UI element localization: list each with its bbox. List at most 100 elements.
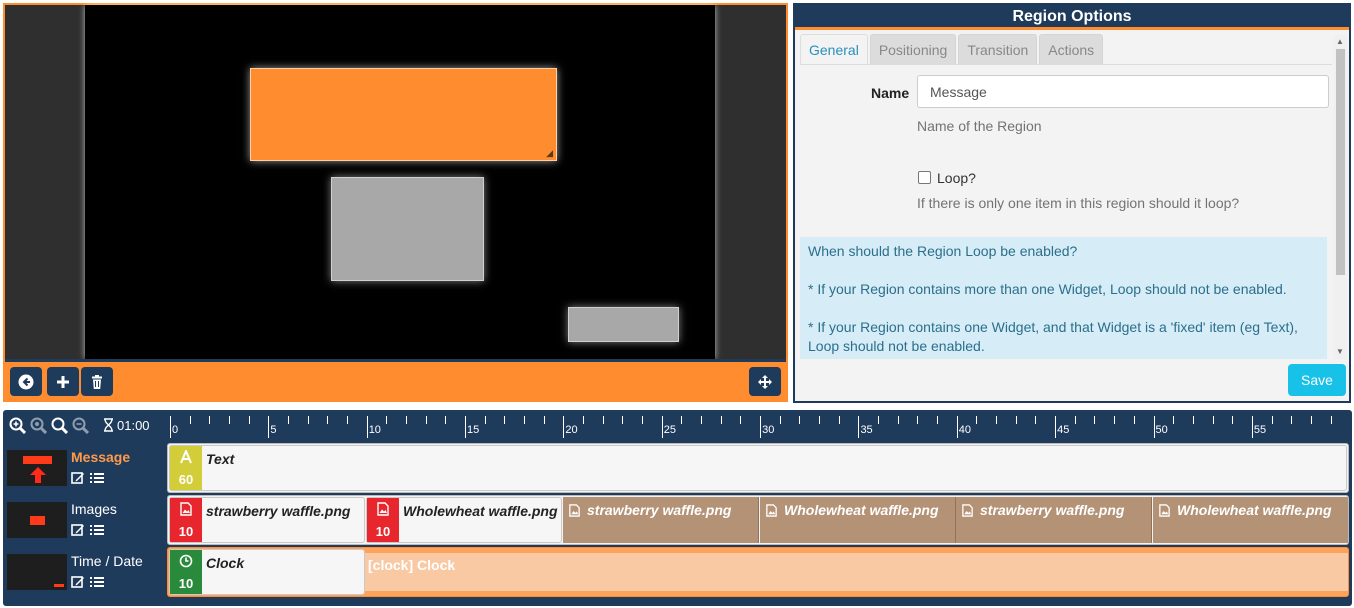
edit-icon[interactable] xyxy=(71,575,85,589)
timeline-row-message: Message 60 Text xyxy=(3,443,1352,495)
move-button[interactable] xyxy=(749,367,781,396)
layout-canvas[interactable]: ◢ xyxy=(85,5,715,359)
widget-duration: 10 xyxy=(178,524,194,539)
image-icon xyxy=(569,504,580,517)
timeline-row-images: Images 10 strawberry waffle.png 10 Whole… xyxy=(3,495,1352,547)
region-track[interactable]: [clock] Clock 10 Clock xyxy=(167,547,1349,597)
resize-handle-icon[interactable]: ◢ xyxy=(546,149,553,158)
row-name[interactable]: Images xyxy=(71,501,117,517)
region-thumbnail xyxy=(7,554,67,590)
image-icon xyxy=(962,504,973,517)
row-name[interactable]: Message xyxy=(71,449,130,465)
ruler-tick xyxy=(996,416,998,424)
trash-icon xyxy=(92,374,102,389)
region-message[interactable]: ◢ xyxy=(250,68,557,161)
image-icon xyxy=(377,502,389,516)
back-button[interactable] xyxy=(10,367,42,396)
ruler-tick xyxy=(386,416,388,424)
tab-general[interactable]: General xyxy=(800,34,868,64)
delete-region-button[interactable] xyxy=(81,367,113,396)
widget-image[interactable]: 10 strawberry waffle.png xyxy=(169,497,365,543)
widget-name: Text xyxy=(206,451,235,467)
scroll-up-icon[interactable]: ▲ xyxy=(1336,38,1344,46)
ruler-tick xyxy=(1074,416,1076,424)
ruler-tick-label: 45 xyxy=(1057,424,1070,436)
timeline-panel: 01:00 0 5 10 15 20 25 30 35 40 45 50 55 Message xyxy=(3,410,1352,606)
ruler-tick xyxy=(720,416,722,424)
region-track[interactable]: 60 Text xyxy=(167,443,1349,493)
ruler-tick xyxy=(1232,416,1234,424)
edit-icon[interactable] xyxy=(71,523,85,537)
region-thumbnail xyxy=(7,450,67,486)
layout-designer-panel: ◢ xyxy=(3,3,788,402)
designer-toolbar xyxy=(5,359,786,400)
ruler-tick xyxy=(366,416,368,438)
ruler-tick xyxy=(189,416,191,424)
layout-duration: 01:00 xyxy=(103,418,150,433)
ruler-tick xyxy=(1015,416,1017,424)
zoom-fit-icon[interactable] xyxy=(51,417,68,434)
region-options-panel: Region Options General Positioning Trans… xyxy=(793,3,1351,403)
ruler-tick xyxy=(740,416,742,424)
row-actions xyxy=(71,523,109,537)
info-heading: When should the Region Loop be enabled? xyxy=(808,243,1078,259)
ruler-tick xyxy=(1192,416,1194,424)
ruler-tick-label: 35 xyxy=(860,424,873,436)
loop-help-text: If there is only one item in this region… xyxy=(917,195,1240,211)
options-scrollbar[interactable]: ▲ ▼ xyxy=(1334,35,1347,359)
widget-name: Wholewheat waffle.png xyxy=(403,503,558,519)
scrollbar-thumb[interactable] xyxy=(1336,49,1345,275)
save-button[interactable]: Save xyxy=(1288,364,1346,396)
ruler-tick xyxy=(307,416,309,424)
scroll-down-icon[interactable]: ▼ xyxy=(1336,348,1344,356)
tabs-divider xyxy=(800,64,1332,65)
ruler-tick xyxy=(1173,416,1175,424)
region-images[interactable] xyxy=(331,177,484,281)
ruler-tick xyxy=(642,416,644,424)
loop-preview-item: strawberry waffle.png xyxy=(563,497,759,543)
list-icon[interactable] xyxy=(90,471,104,485)
ruler-tick xyxy=(209,416,211,424)
ruler-tick xyxy=(425,416,427,424)
zoom-in-icon[interactable] xyxy=(9,417,26,434)
ruler-tick xyxy=(1035,416,1037,424)
ruler-tick xyxy=(1271,416,1273,424)
image-icon xyxy=(1159,504,1170,517)
timeline-ruler[interactable]: 0 5 10 15 20 25 30 35 40 45 50 55 xyxy=(167,410,1349,440)
ruler-tick xyxy=(563,416,565,438)
loop-preview-item: Wholewheat waffle.png xyxy=(1153,497,1348,543)
ruler-tick xyxy=(1055,416,1057,438)
widget-text[interactable]: 60 Text xyxy=(169,445,1347,491)
tab-positioning[interactable]: Positioning xyxy=(869,34,957,64)
region-time-date[interactable] xyxy=(568,307,679,342)
ruler-tick xyxy=(268,416,270,438)
arrow-up-icon xyxy=(30,467,46,483)
image-icon xyxy=(766,504,777,517)
widget-clock[interactable]: 10 Clock xyxy=(169,549,365,595)
loop-preview-name: Wholewheat waffle.png xyxy=(784,502,939,518)
widget-image[interactable]: 10 Wholewheat waffle.png xyxy=(366,497,562,543)
row-label: Images xyxy=(5,495,165,545)
clock-icon xyxy=(179,554,193,568)
loop-info-box: When should the Region Loop be enabled? … xyxy=(800,237,1327,359)
region-track[interactable]: 10 strawberry waffle.png 10 Wholewheat w… xyxy=(167,495,1349,545)
add-region-button[interactable] xyxy=(47,367,79,396)
list-icon[interactable] xyxy=(90,523,104,537)
timeline-row-time-date: Time / Date [clock] Clock 10 Clock xyxy=(3,547,1352,599)
zoom-out-icon[interactable] xyxy=(72,417,89,434)
zoom-reset-icon[interactable] xyxy=(30,417,47,434)
ruler-tick xyxy=(1153,416,1155,438)
list-icon[interactable] xyxy=(90,575,104,589)
tab-actions[interactable]: Actions xyxy=(1039,34,1104,64)
ruler-tick xyxy=(602,416,604,424)
loop-preview-item: strawberry waffle.png xyxy=(956,497,1152,543)
row-name[interactable]: Time / Date xyxy=(71,553,143,569)
ruler-tick xyxy=(583,416,585,424)
tab-transition[interactable]: Transition xyxy=(958,34,1038,64)
loop-label[interactable]: Loop? xyxy=(937,170,976,186)
region-name-input[interactable] xyxy=(917,75,1329,108)
ruler-tick xyxy=(1291,416,1293,424)
ruler-tick xyxy=(799,416,801,424)
edit-icon[interactable] xyxy=(71,471,85,485)
loop-checkbox[interactable] xyxy=(918,171,931,184)
